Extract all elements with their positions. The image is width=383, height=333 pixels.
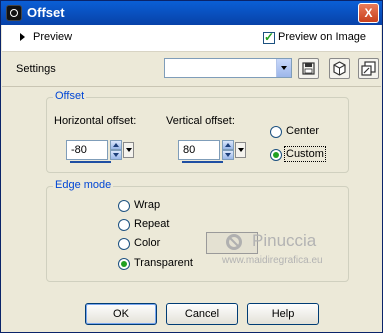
watermark-logo-icon [226,234,242,250]
reset-icon [361,61,376,76]
increment-icon[interactable] [222,140,234,150]
vertical-offset-value: 80 [183,144,196,156]
watermark-name: Pinuccia [252,231,317,250]
transparent-radio-label[interactable]: Transparent [134,257,193,269]
cancel-button[interactable]: Cancel [166,303,238,325]
settings-label: Settings [16,63,56,75]
decrement-icon[interactable] [222,150,234,160]
color-radio[interactable] [118,238,130,250]
title-bar[interactable]: Offset X [1,1,382,25]
preview-toggle-label[interactable]: Preview [33,31,72,43]
transparent-radio[interactable] [118,258,130,270]
vertical-offset-arrows [222,140,234,160]
preview-on-image-label[interactable]: Preview on Image [278,31,366,43]
offset-dialog: Offset X Preview Preview on Image Settin… [0,0,383,333]
randomize-button[interactable] [329,58,350,79]
horizontal-offset-input[interactable]: -80 [66,140,111,163]
wrap-radio[interactable] [118,200,130,212]
color-radio-label[interactable]: Color [134,237,160,249]
vertical-offset-label: Vertical offset: [166,115,235,127]
expand-preview-icon[interactable] [20,33,25,41]
repeat-radio[interactable] [118,219,130,231]
edge-mode-legend: Edge mode [53,179,114,191]
preview-on-image-checkbox[interactable] [263,30,275,44]
reset-button[interactable] [358,58,379,79]
increment-icon[interactable] [110,140,122,150]
close-button[interactable]: X [358,3,379,23]
horizontal-offset-arrows [110,140,122,160]
vertical-offset-spinner: 80 [178,140,246,163]
preset-select[interactable] [164,58,292,78]
center-radio-label[interactable]: Center [286,125,319,137]
custom-radio-label[interactable]: Custom [284,146,326,162]
chevron-down-icon[interactable] [276,59,291,77]
help-button[interactable]: Help [247,303,319,325]
preview-bar: Preview Preview on Image [2,25,381,52]
vertical-offset-slider[interactable] [182,161,223,163]
center-radio[interactable] [270,126,282,138]
custom-radio[interactable] [270,149,282,161]
horizontal-offset-value: -80 [71,144,87,156]
offset-legend: Offset [53,90,87,102]
horizontal-offset-label: Horizontal offset: [54,115,137,127]
horizontal-offset-slider[interactable] [70,161,111,163]
settings-bar: Settings [2,52,381,87]
vertical-offset-dropdown-icon[interactable] [235,142,246,158]
vertical-offset-input[interactable]: 80 [178,140,223,163]
window-title: Offset [27,5,65,20]
watermark-url: www.maidiregrafica.eu [222,255,323,266]
app-icon [6,5,22,21]
save-preset-button[interactable] [298,58,319,79]
ok-button[interactable]: OK [85,303,157,325]
horizontal-offset-dropdown-icon[interactable] [123,142,134,158]
horizontal-offset-spinner: -80 [66,140,134,163]
repeat-radio-label[interactable]: Repeat [134,218,169,230]
randomize-icon [333,61,346,76]
decrement-icon[interactable] [110,150,122,160]
save-preset-icon [302,62,315,75]
wrap-radio-label[interactable]: Wrap [134,199,160,211]
